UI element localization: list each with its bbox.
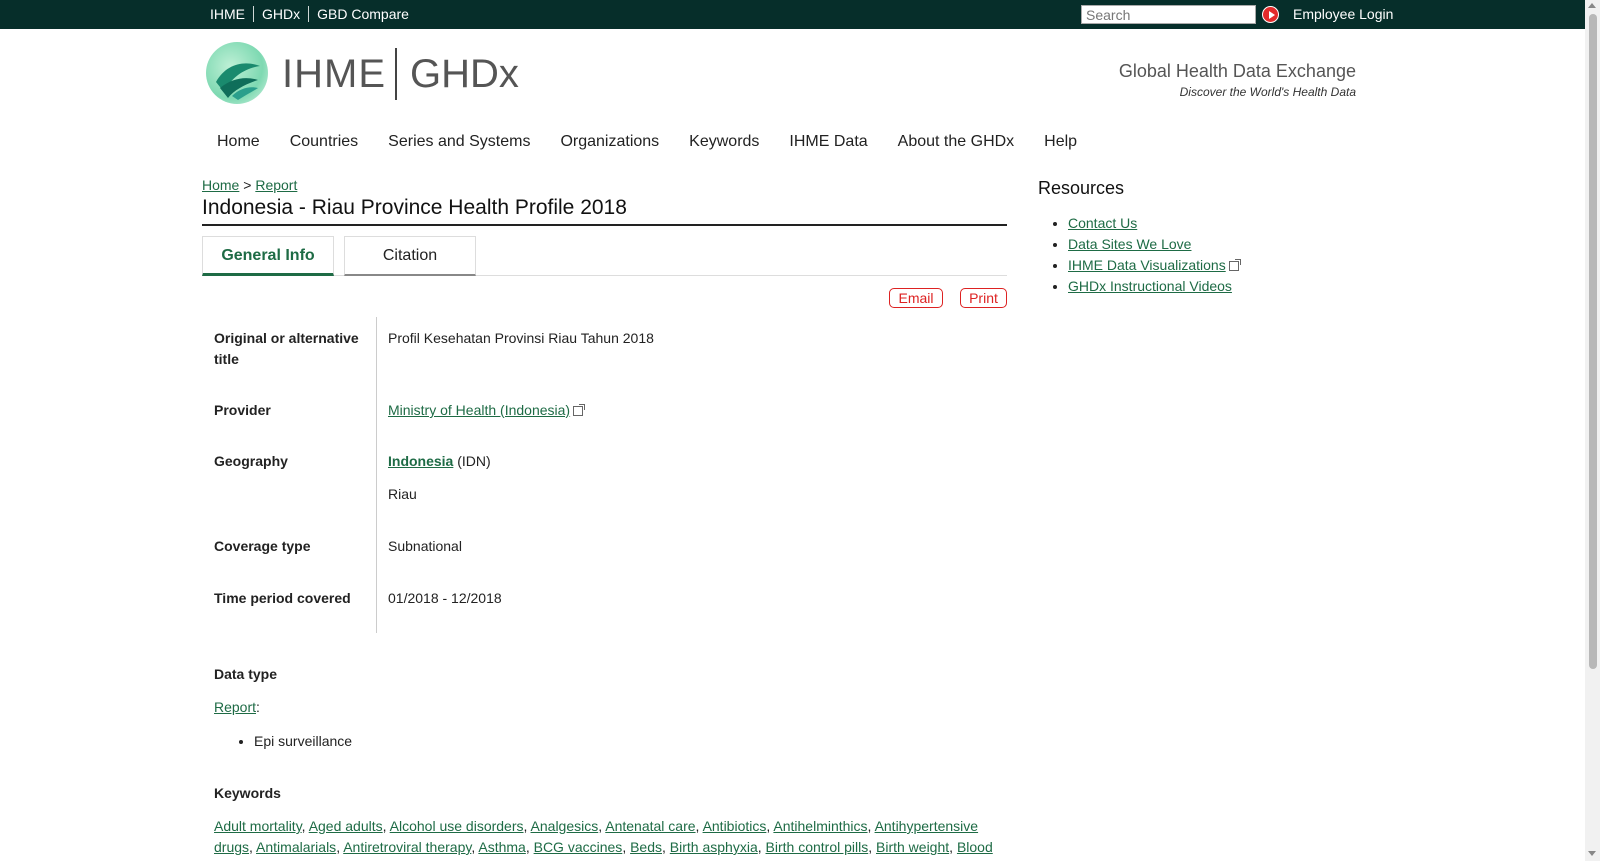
provider-value: Ministry of Health (Indonesia) — [388, 400, 586, 421]
ihme-logo-icon[interactable] — [206, 42, 268, 104]
geography-value: Indonesia (IDN) — [388, 451, 491, 472]
logo-ghdx-text[interactable]: GHDx — [410, 52, 519, 97]
keyword-separator: , — [662, 839, 670, 855]
top-link-gbd-compare[interactable]: GBD Compare — [308, 6, 417, 22]
scroll-up-icon[interactable] — [1588, 3, 1596, 8]
keyword-separator: , — [695, 818, 703, 834]
keyword-separator: , — [622, 839, 631, 855]
data-type-label: Data type — [214, 666, 278, 682]
keyword-link[interactable]: Antiretroviral therapy — [343, 839, 471, 855]
keyword-link[interactable]: Birth asphyxia — [670, 839, 758, 855]
provider-label: Provider — [214, 402, 271, 418]
data-type-value: Report: — [214, 699, 260, 715]
time-period-value: 01/2018 - 12/2018 — [388, 590, 502, 606]
nav-countries[interactable]: Countries — [275, 133, 373, 151]
scrollbar-thumb[interactable] — [1589, 14, 1597, 669]
alt-title-label: Original or alternative title — [214, 330, 359, 367]
data-type-item: Epi surveillance — [254, 733, 352, 749]
resource-item-data-sites: Data Sites We Love — [1068, 234, 1239, 255]
resources-title: Resources — [1038, 178, 1125, 198]
coverage-type-value: Subnational — [388, 538, 462, 554]
keyword-link[interactable]: Blood — [957, 839, 993, 855]
resources-list: Contact Us Data Sites We Love IHME Data … — [1068, 213, 1241, 297]
keyword-separator: , — [867, 818, 875, 834]
tab-general-info[interactable]: General Info — [202, 236, 334, 276]
nav-help[interactable]: Help — [1029, 133, 1092, 151]
page-title: Indonesia - Riau Province Health Profile… — [202, 196, 1007, 226]
search-input[interactable] — [1081, 5, 1256, 24]
keyword-link[interactable]: Antenatal care — [605, 818, 695, 834]
nav-keywords[interactable]: Keywords — [674, 133, 774, 151]
geography-region: Riau — [388, 486, 417, 502]
external-link-icon — [1228, 259, 1241, 271]
keyword-link[interactable]: Birth weight — [876, 839, 949, 855]
keyword-separator: , — [301, 818, 309, 834]
keyword-separator: , — [525, 839, 534, 855]
resource-link-data-sites[interactable]: Data Sites We Love — [1068, 236, 1191, 252]
resource-link-contact-us[interactable]: Contact Us — [1068, 215, 1137, 231]
nav-home[interactable]: Home — [202, 133, 275, 151]
keyword-link[interactable]: Birth control pills — [766, 839, 869, 855]
keyword-separator: , — [868, 839, 876, 855]
geography-label: Geography — [214, 453, 288, 469]
keyword-separator: , — [949, 839, 957, 855]
resource-link-visualizations[interactable]: IHME Data Visualizations — [1068, 257, 1226, 273]
print-button[interactable]: Print — [960, 288, 1007, 308]
keyword-separator: , — [249, 839, 257, 855]
time-period-label: Time period covered — [214, 590, 351, 606]
keyword-link[interactable]: Analgesics — [531, 818, 599, 834]
top-links: IHME GHDx GBD Compare — [202, 6, 417, 22]
site-subtagline: Discover the World's Health Data — [1179, 85, 1356, 99]
logo-ihme-text[interactable]: IHME — [282, 52, 386, 97]
breadcrumb-separator: > — [243, 177, 252, 193]
keyword-link[interactable]: Beds — [630, 839, 662, 855]
keyword-link[interactable]: Antibiotics — [703, 818, 767, 834]
nav-about-ghdx[interactable]: About the GHDx — [883, 133, 1030, 151]
nav-ihme-data[interactable]: IHME Data — [774, 133, 882, 151]
keyword-link[interactable]: Antihelminthics — [773, 818, 867, 834]
logo-divider — [395, 48, 397, 100]
email-button[interactable]: Email — [889, 288, 943, 308]
nav-organizations[interactable]: Organizations — [545, 133, 674, 151]
keyword-link[interactable]: Aged adults — [309, 818, 383, 834]
geography-country-link[interactable]: Indonesia — [388, 453, 453, 469]
employee-login-link[interactable]: Employee Login — [1293, 6, 1393, 22]
field-column-divider — [376, 317, 377, 633]
breadcrumb: Home > Report — [202, 177, 297, 193]
keyword-link[interactable]: Alcohol use disorders — [390, 818, 524, 834]
coverage-type-label: Coverage type — [214, 538, 311, 554]
keyword-separator: , — [757, 839, 766, 855]
keyword-link[interactable]: Asthma — [478, 839, 525, 855]
nav-series-and-systems[interactable]: Series and Systems — [373, 133, 545, 151]
resource-item-videos: GHDx Instructional Videos — [1068, 276, 1239, 297]
keyword-link[interactable]: BCG vaccines — [534, 839, 623, 855]
resource-item-contact: Contact Us — [1068, 213, 1239, 234]
main-nav: Home Countries Series and Systems Organi… — [202, 133, 1092, 151]
site-tagline: Global Health Data Exchange — [1118, 61, 1356, 81]
top-link-ihme[interactable]: IHME — [202, 6, 253, 22]
breadcrumb-home-link[interactable]: Home — [202, 177, 239, 193]
keyword-separator: , — [523, 818, 531, 834]
breadcrumb-report-link[interactable]: Report — [255, 177, 297, 193]
keyword-link[interactable]: Adult mortality — [214, 818, 302, 834]
top-link-ghdx[interactable]: GHDx — [253, 6, 308, 22]
provider-link[interactable]: Ministry of Health (Indonesia) — [388, 402, 570, 418]
keywords-list: Adult mortality, Aged adults, Alcohol us… — [214, 816, 999, 858]
resource-item-visualizations: IHME Data Visualizations — [1068, 255, 1241, 276]
external-link-icon — [573, 404, 586, 416]
geography-code: (IDN) — [457, 453, 491, 469]
data-type-list: Epi surveillance — [254, 733, 352, 749]
resource-link-videos[interactable]: GHDx Instructional Videos — [1068, 278, 1232, 294]
keywords-label: Keywords — [214, 785, 281, 801]
keyword-link[interactable]: Antimalarials — [256, 839, 336, 855]
tab-citation[interactable]: Citation — [344, 236, 476, 276]
search-go-icon[interactable] — [1262, 6, 1279, 23]
data-type-report-link[interactable]: Report — [214, 699, 256, 715]
alt-title-value: Profil Kesehatan Provinsi Riau Tahun 201… — [388, 330, 654, 346]
keyword-separator: , — [382, 818, 390, 834]
scroll-down-icon[interactable] — [1588, 851, 1596, 856]
